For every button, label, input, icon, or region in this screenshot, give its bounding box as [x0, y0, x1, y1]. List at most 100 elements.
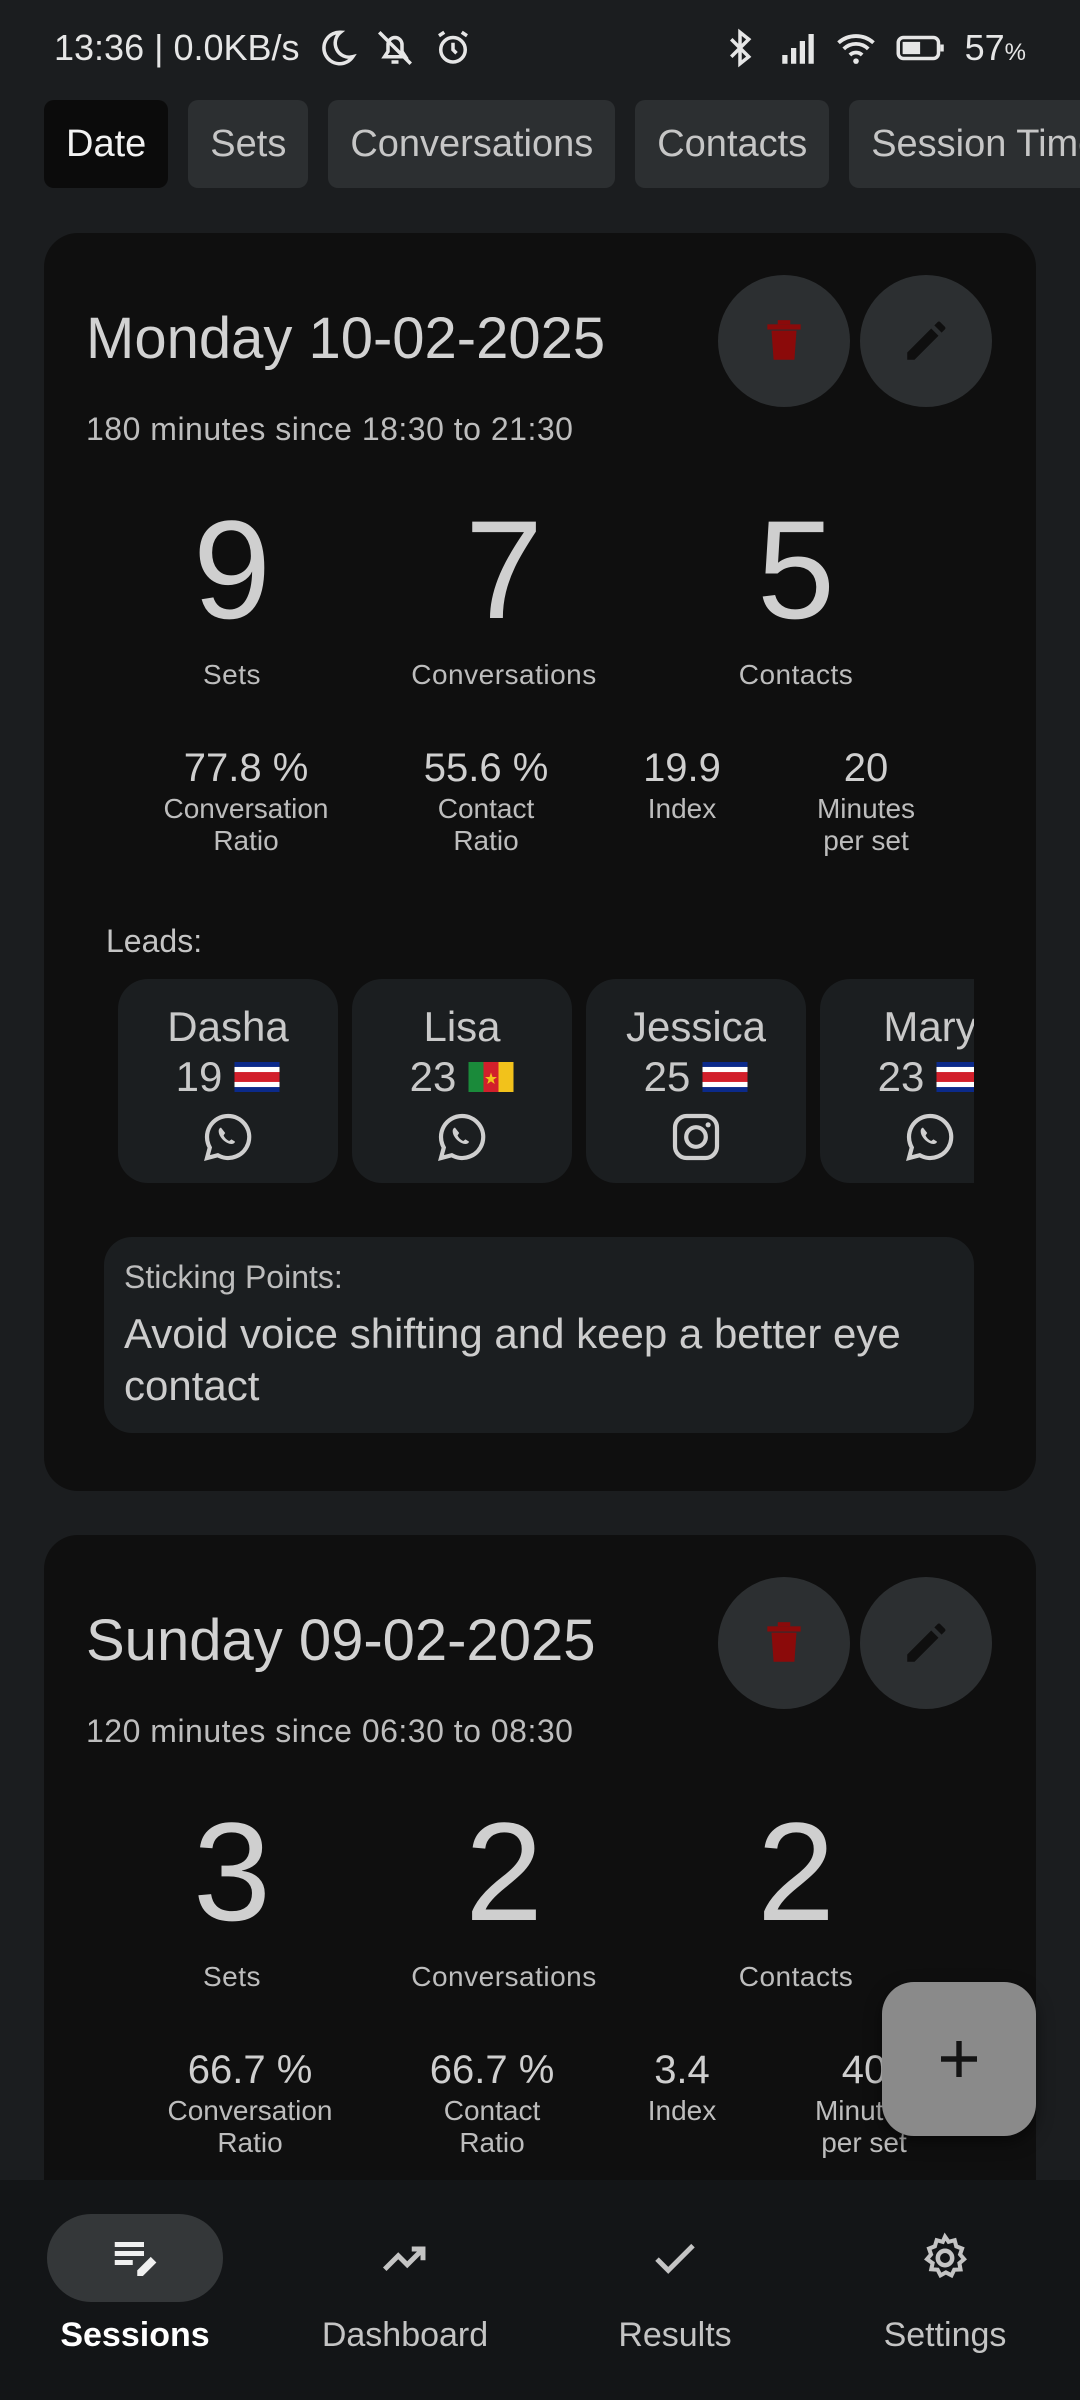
stat-label: Contact — [437, 793, 535, 824]
stat-sets: 9 Sets — [112, 495, 352, 691]
lead-age: 25 — [643, 1053, 691, 1100]
stat-label: Ratio — [217, 2127, 283, 2158]
status-bar: 13:36 | 0.0KB/s 57% — [0, 0, 1080, 96]
session-duration: 120 minutes since 06:30 to 08:30 — [86, 1713, 574, 1749]
lead-age: 23 — [409, 1053, 457, 1100]
session-duration: 180 minutes since 18:30 to 21:30 — [86, 411, 574, 447]
add-session-button[interactable] — [882, 1982, 1036, 2136]
stat-value: 66.7 % — [429, 2048, 555, 2092]
stat-label: Sets — [202, 1961, 262, 1992]
lead-card[interactable]: Jessica 25 — [586, 979, 806, 1183]
check-icon — [655, 2243, 695, 2274]
trash-icon — [767, 1622, 801, 1662]
costa-rica-flag-icon — [702, 1062, 748, 1092]
stat-label: per set — [823, 825, 909, 856]
lead-card[interactable]: Dasha 19 — [118, 979, 338, 1183]
stat-label: Contacts — [738, 1961, 854, 1992]
stat-value: 2 — [757, 1793, 835, 1950]
stat-index: 3.4 Index — [582, 2047, 782, 2125]
stat-contacts: 5 Contacts — [676, 495, 916, 691]
pencil-icon — [907, 321, 946, 360]
stat-conversations: 2 Conversations — [384, 1797, 624, 1993]
stat-label: Minutes — [816, 793, 916, 824]
whatsapp-icon[interactable] — [902, 1109, 958, 1165]
stat-value: 20 — [843, 746, 889, 790]
stat-value: 5 — [757, 491, 835, 648]
lead-name: Jessica — [625, 1003, 767, 1050]
alarm-icon — [432, 27, 474, 69]
stat-label: Contacts — [738, 659, 854, 690]
status-time: 13:36 | 0.0KB/s — [54, 27, 300, 68]
lead-card[interactable]: Mary 23 — [820, 979, 974, 1183]
battery-percent: 57% — [964, 27, 1026, 68]
sort-chips: Date Sets Conversations Contacts Session… — [44, 100, 1080, 188]
gear-icon — [924, 2232, 967, 2279]
instagram-icon[interactable] — [668, 1109, 724, 1165]
stat-label: Sets — [202, 659, 262, 690]
delete-button[interactable] — [718, 1577, 850, 1709]
stat-conversation-ratio: 66.7 % Conversation Ratio — [150, 2047, 350, 2157]
stat-value: 66.7 % — [187, 2048, 313, 2092]
stat-label: Contact — [443, 2095, 541, 2126]
leads-row[interactable]: Dasha 19 Lisa 23 Jessica 25 Mary 23 — [118, 979, 974, 1185]
stat-label: Conversation — [163, 793, 329, 824]
stat-value: 2 — [465, 1793, 543, 1950]
whatsapp-icon[interactable] — [434, 1109, 490, 1165]
nav-results[interactable]: Results — [555, 2180, 795, 2400]
session-date: Sunday 09-02-2025 — [86, 1608, 596, 1673]
plus-icon — [941, 2041, 977, 2077]
moon-icon — [316, 27, 358, 69]
whatsapp-icon[interactable] — [200, 1109, 256, 1165]
chip-conversations[interactable]: Conversations — [328, 100, 616, 188]
signal-icon — [777, 27, 819, 69]
stat-label: Ratio — [459, 2127, 525, 2158]
costa-rica-flag-icon — [936, 1062, 974, 1092]
stat-label: Conversation — [167, 2095, 333, 2126]
stat-value: 55.6 % — [423, 746, 549, 790]
battery-icon — [893, 27, 949, 69]
nav-label: Results — [618, 2316, 732, 2354]
delete-button[interactable] — [718, 275, 850, 407]
stat-minutes-per-set: 20 Minutes per set — [766, 745, 966, 855]
stat-value: 19.9 — [643, 746, 721, 790]
sessions-list[interactable]: Monday 10-02-2025 180 minutes since 18:3… — [0, 205, 1080, 2180]
stat-conversations: 7 Conversations — [384, 495, 624, 691]
chip-session-time[interactable]: Session Time — [849, 100, 1080, 188]
nav-sessions[interactable]: Sessions — [15, 2180, 255, 2400]
lead-card[interactable]: Lisa 23 — [352, 979, 572, 1183]
stat-label: Ratio — [213, 825, 279, 856]
session-card[interactable]: Monday 10-02-2025 180 minutes since 18:3… — [44, 233, 1036, 1491]
mute-icon — [374, 27, 416, 69]
trending-up-icon — [382, 2246, 426, 2272]
nav-label: Dashboard — [321, 2316, 489, 2354]
chip-date[interactable]: Date — [44, 100, 169, 188]
costa-rica-flag-icon — [234, 1062, 280, 1092]
stat-contacts: 2 Contacts — [676, 1797, 916, 1993]
edit-button[interactable] — [860, 1577, 992, 1709]
stat-value: 9 — [193, 491, 271, 648]
status-right: 57% — [719, 27, 1026, 69]
session-date: Monday 10-02-2025 — [86, 306, 606, 371]
stat-conversation-ratio: 77.8 % Conversation Ratio — [146, 745, 346, 855]
stat-sets: 3 Sets — [112, 1797, 352, 1993]
app-screen: 13:36 | 0.0KB/s 57% Date Sets Conversati… — [0, 0, 1080, 2400]
stat-value: 3 — [193, 1793, 271, 1950]
status-left: 13:36 | 0.0KB/s — [54, 27, 474, 69]
chip-sets[interactable]: Sets — [188, 100, 309, 188]
edit-button[interactable] — [860, 275, 992, 407]
stat-value: 77.8 % — [183, 746, 309, 790]
nav-dashboard[interactable]: Dashboard — [285, 2180, 525, 2400]
sessions-edit-icon — [114, 2242, 157, 2276]
stat-label: Conversations — [411, 659, 597, 690]
lead-name: Dasha — [167, 1003, 289, 1050]
nav-settings[interactable]: Settings — [825, 2180, 1065, 2400]
pencil-icon — [907, 1623, 946, 1662]
lead-age: 23 — [877, 1053, 925, 1100]
stat-value: 3.4 — [654, 2048, 710, 2092]
lead-age: 19 — [175, 1053, 223, 1100]
chip-contacts[interactable]: Contacts — [635, 100, 830, 188]
stat-label: Ratio — [453, 825, 519, 856]
wifi-icon — [835, 27, 877, 69]
trash-icon — [767, 320, 801, 360]
cameroon-flag-icon — [468, 1062, 514, 1092]
